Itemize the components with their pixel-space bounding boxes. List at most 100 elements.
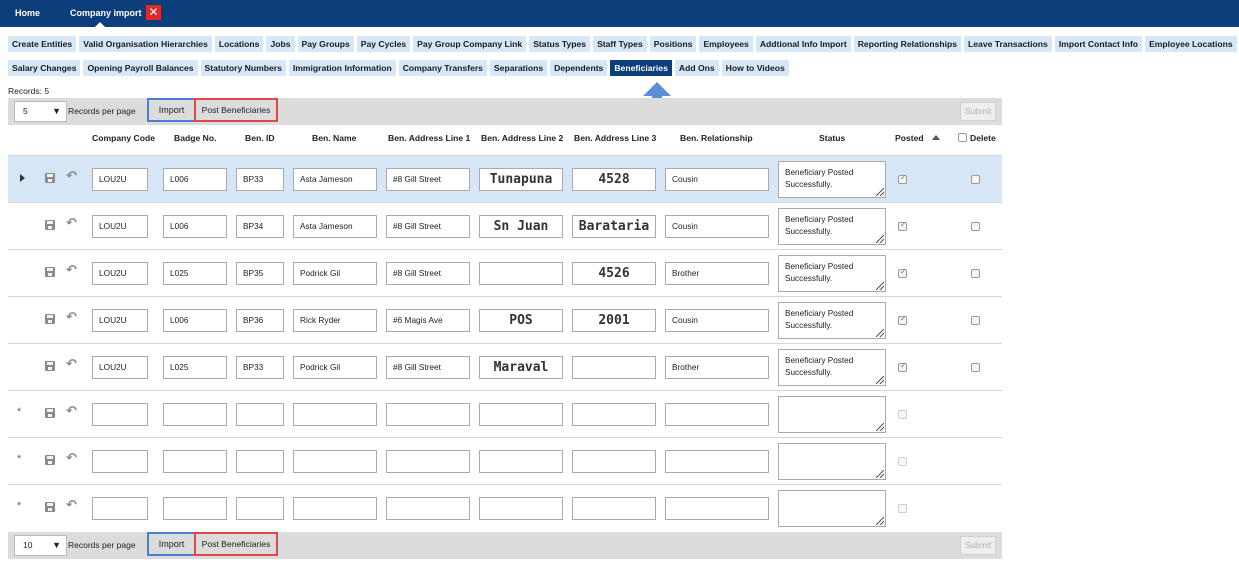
undo-icon[interactable]: ↶ [66,216,77,229]
addr2-input[interactable] [479,450,563,473]
tab-staff-types[interactable]: Staff Types [593,36,647,52]
addr1-input[interactable] [386,403,470,426]
addr1-input[interactable]: #8 Gill Street [386,262,470,285]
tab-dependents[interactable]: Dependents [550,60,608,76]
status-textarea[interactable]: Beneficiary Posted Successfully. [778,255,886,292]
col-address-line-1[interactable]: Ben. Address Line 1 [388,133,470,143]
resize-handle-icon[interactable] [876,376,884,384]
tab-company-transfers[interactable]: Company Transfers [398,60,487,76]
status-textarea[interactable]: Beneficiary Posted Successfully. [778,208,886,245]
tab-locations[interactable]: Locations [214,36,264,52]
save-icon[interactable] [45,173,55,183]
undo-icon[interactable]: ↶ [66,404,77,417]
addr1-input[interactable]: #8 Gill Street [386,215,470,238]
col-relationship[interactable]: Ben. Relationship [680,133,753,143]
close-tab-icon[interactable]: ✕ [146,5,161,20]
badge-no-input[interactable]: L006 [163,168,227,191]
addr2-input[interactable]: POS [479,309,563,332]
addr2-input[interactable] [479,497,563,520]
save-icon[interactable] [45,408,55,418]
home-tab[interactable]: Home [15,0,40,27]
addr1-input[interactable]: #8 Gill Street [386,356,470,379]
save-icon[interactable] [45,361,55,371]
select-all-delete-checkbox[interactable] [958,133,967,142]
tab-reporting-relationships[interactable]: Reporting Relationships [853,36,962,52]
records-per-page-select-bottom[interactable]: 10 ▼ [14,535,67,556]
table-row[interactable]: * ↶ [8,484,1002,531]
tab-jobs[interactable]: Jobs [266,36,295,52]
addr2-input[interactable]: Maraval [479,356,563,379]
undo-icon[interactable]: ↶ [66,498,77,511]
ben-name-input[interactable]: Podrick Gil [293,356,377,379]
addr3-input[interactable] [572,497,656,520]
tab-separations[interactable]: Separations [489,60,548,76]
ben-id-input[interactable] [236,450,284,473]
delete-checkbox[interactable] [971,363,980,372]
status-textarea[interactable] [778,396,886,433]
company-code-input[interactable] [92,450,148,473]
table-row[interactable]: ↶ LOU2U L025 BP33 Podrick Gil #8 Gill Street M… [8,343,1002,390]
ben-name-input[interactable] [293,403,377,426]
save-icon[interactable] [45,314,55,324]
expand-row-icon[interactable] [20,174,25,182]
import-button[interactable]: Import [147,98,196,122]
addr3-input[interactable]: 4526 [572,262,656,285]
addr2-input[interactable]: Sn Juan [479,215,563,238]
records-per-page-select[interactable]: 5 ▼ [14,101,67,122]
badge-no-input[interactable] [163,450,227,473]
delete-checkbox[interactable] [971,316,980,325]
resize-handle-icon[interactable] [876,235,884,243]
delete-checkbox[interactable] [971,222,980,231]
undo-icon[interactable]: ↶ [66,357,77,370]
undo-icon[interactable]: ↶ [66,263,77,276]
post-beneficiaries-button[interactable]: Post Beneficiaries [194,98,278,122]
delete-checkbox[interactable] [971,269,980,278]
table-row[interactable]: ↶ LOU2U L006 BP34 Asta Jameson #8 Gill Street… [8,202,1002,249]
table-row[interactable]: ↶ LOU2U L006 BP36 Rick Ryder #6 Magis Ave POS 2… [8,296,1002,343]
company-code-input[interactable]: LOU2U [92,309,148,332]
relationship-input[interactable]: Brother [665,356,769,379]
addr2-input[interactable] [479,403,563,426]
tab-create-entities[interactable]: Create Entities [8,36,77,52]
col-company-code[interactable]: Company Code [92,133,155,143]
tab-beneficiaries[interactable]: Beneficiaries [610,60,672,76]
save-icon[interactable] [45,502,55,512]
addr3-input[interactable]: 2001 [572,309,656,332]
tab-pay-group-company-link[interactable]: Pay Group Company Link [413,36,527,52]
tab-pay-cycles[interactable]: Pay Cycles [356,36,411,52]
tab-positions[interactable]: Positions [649,36,697,52]
company-code-input[interactable]: LOU2U [92,215,148,238]
status-textarea[interactable]: Beneficiary Posted Successfully. [778,302,886,339]
tab-immigration-information[interactable]: Immigration Information [288,60,396,76]
addr1-input[interactable] [386,450,470,473]
resize-handle-icon[interactable] [876,423,884,431]
badge-no-input[interactable]: L006 [163,215,227,238]
badge-no-input[interactable]: L025 [163,262,227,285]
addr3-input[interactable]: Barataria [572,215,656,238]
tab-add-ons[interactable]: Add Ons [674,60,719,76]
table-row[interactable]: ↶ LOU2U L006 BP33 Asta Jameson #8 Gill Street… [8,155,1002,202]
tab-how-to-videos[interactable]: How to Videos [721,60,789,76]
ben-name-input[interactable]: Podrick Gil [293,262,377,285]
import-button-bottom[interactable]: Import [147,532,196,556]
undo-icon[interactable]: ↶ [66,451,77,464]
table-row[interactable]: * ↶ [8,390,1002,437]
addr1-input[interactable]: #6 Magis Ave [386,309,470,332]
status-textarea[interactable]: Beneficiary Posted Successfully. [778,161,886,198]
col-delete[interactable]: Delete [958,133,996,143]
addr3-input[interactable]: 4528 [572,168,656,191]
ben-name-input[interactable] [293,450,377,473]
delete-checkbox[interactable] [971,175,980,184]
relationship-input[interactable]: Brother [665,262,769,285]
ben-name-input[interactable]: Asta Jameson [293,168,377,191]
relationship-input[interactable] [665,403,769,426]
col-ben-id[interactable]: Ben. ID [245,133,275,143]
tab-leave-transactions[interactable]: Leave Transactions [964,36,1052,52]
ben-name-input[interactable]: Asta Jameson [293,215,377,238]
tab-employees[interactable]: Employees [699,36,753,52]
relationship-input[interactable]: Cousin [665,309,769,332]
tab-employee-locations[interactable]: Employee Locations [1145,36,1237,52]
relationship-input[interactable]: Cousin [665,168,769,191]
addr3-input[interactable] [572,450,656,473]
company-code-input[interactable]: LOU2U [92,262,148,285]
